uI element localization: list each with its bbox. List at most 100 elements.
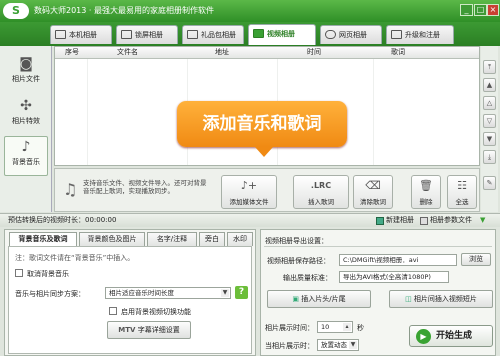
insert-clip-label: 插入片头/片尾 — [301, 295, 346, 303]
estimated-duration: 预估转换后的视频时长：00:00:00 — [8, 216, 117, 224]
clear-lyrics-label: 清除歌词 — [360, 198, 386, 206]
move-down-small-button[interactable]: ▽ — [483, 114, 496, 128]
effect-select-value: 放置动态 — [321, 341, 347, 349]
start-generate-button[interactable]: ▶ 开始生成 — [409, 325, 493, 347]
column-divider — [87, 59, 88, 165]
delete-button[interactable]: 🗑 删除 — [411, 175, 441, 209]
insert-lyrics-button[interactable]: .LRC 插入歌词 — [293, 175, 349, 209]
insert-video-label: 相片间插入视频短片 — [413, 295, 477, 303]
tab-gift-album[interactable]: 礼品包相册 — [182, 25, 244, 44]
sidebar-item-photo-effects[interactable]: ✣ 相片特效 — [4, 96, 48, 136]
save-path-input[interactable]: C:\DMGift\视频相册．avi — [339, 254, 457, 266]
eraser-icon: ⌫ — [365, 179, 381, 192]
new-album-link[interactable]: 新建相册 — [386, 214, 414, 227]
move-up-small-button[interactable]: △ — [483, 96, 496, 110]
column-header-time[interactable]: 时间 — [307, 47, 321, 58]
main-tab-bar: 本机相册 锁屏相册 礼品包相册 视频相册 网页相册 升级和注册 — [0, 22, 500, 46]
select-all-icon: ☷ — [457, 179, 467, 192]
tab-content: 注：歌词文件请在“背景音乐”中插入。 取消背景音乐 音乐与相片同步方案： 相片适… — [8, 246, 252, 354]
duration-label: 相片展示时间： — [265, 324, 314, 332]
move-up-button[interactable]: ▲ — [483, 78, 496, 92]
sidebar-item-label: 相片特效 — [12, 117, 40, 125]
music-tip-text: 支持音乐文件、视频文件导入。还可对背景音乐配上歌词，实现播放同步。 — [83, 179, 207, 195]
tab-bgm-lyrics[interactable]: 背景音乐及歌词 — [9, 232, 77, 247]
tab-upgrade-register[interactable]: 升级和注册 — [386, 25, 454, 44]
column-header-address[interactable]: 地址 — [215, 47, 229, 58]
select-all-button[interactable]: ☷ 全选 — [447, 175, 477, 209]
sidebar-item-photo-files[interactable]: ◙ 相片文件 — [4, 54, 48, 94]
browse-button[interactable]: 浏览 — [461, 253, 491, 266]
params-file-icon — [420, 217, 428, 225]
tab-lockscreen-album[interactable]: 锁屏相册 — [116, 25, 178, 44]
chevron-down-icon[interactable]: ▼ — [480, 214, 485, 227]
column-header-lyrics[interactable]: 歌词 — [391, 47, 405, 58]
effect-label: 当相片展示时： — [265, 342, 314, 350]
tab-name-caption[interactable]: 名字/注释 — [147, 232, 197, 246]
tab-narration[interactable]: 旁白 — [199, 232, 225, 246]
globe-icon — [325, 30, 336, 39]
tab-local-album[interactable]: 本机相册 — [50, 25, 112, 44]
divider — [264, 246, 492, 247]
add-media-button[interactable]: ♪+ 添加媒体文件 — [221, 175, 277, 209]
lrc-icon: .LRC — [310, 181, 332, 190]
subtitle-settings-label: 字幕详细设置 — [137, 326, 180, 334]
move-top-button[interactable]: ⤒ — [483, 60, 496, 74]
gift-icon — [187, 30, 198, 39]
quality-select[interactable]: 导出为AVI格式(全高清1080P) — [339, 271, 449, 283]
help-icon[interactable]: ? — [235, 286, 248, 299]
upgrade-icon — [391, 30, 402, 39]
play-icon: ▶ — [416, 329, 431, 344]
cancel-bgm-checkbox[interactable] — [15, 269, 23, 277]
export-settings-panel: 视频相册导出设置： 视频相册保存路径： C:\DMGift\视频相册．avi 浏… — [260, 229, 496, 356]
music-note-icon: ♫ — [63, 180, 78, 199]
sync-select[interactable]: 相片适应音乐时间长度 ▼ — [105, 287, 231, 299]
app-logo: S — [3, 3, 29, 19]
enable-switch-checkbox[interactable] — [109, 307, 117, 315]
album-params-link[interactable]: 相册参数文件 — [430, 214, 472, 227]
insert-clip-button[interactable]: ▣ 插入片头/片尾 — [267, 290, 371, 308]
trash-icon: 🗑 — [419, 179, 433, 192]
minimize-button[interactable]: _ — [460, 4, 473, 16]
app-title: 数码大师2013 · 最强大最易用的家庭相册制作软件 — [34, 6, 214, 15]
tab-label: 本机相册 — [69, 31, 97, 39]
camera-icon: ◙ — [19, 56, 33, 72]
music-table[interactable]: 序号 文件名 地址 时间 歌词 添加音乐和歌词 — [54, 46, 480, 166]
table-header: 序号 文件名 地址 时间 歌词 — [55, 47, 479, 59]
tab-video-album[interactable]: 视频相册 — [248, 24, 316, 45]
move-down-button[interactable]: ▼ — [483, 132, 496, 146]
sync-label: 音乐与相片同步方案： — [15, 290, 85, 298]
sync-select-value: 相片适应音乐时间长度 — [109, 289, 174, 297]
duration-value: 10 — [321, 323, 330, 331]
clear-lyrics-button[interactable]: ⌫ 清除歌词 — [353, 175, 393, 209]
sidebar-item-label: 相片文件 — [12, 75, 40, 83]
move-bottom-button[interactable]: ⤓ — [483, 150, 496, 164]
quality-select-value: 导出为AVI格式(全高清1080P) — [343, 273, 431, 281]
column-divider — [373, 59, 374, 165]
chevron-down-icon: ▼ — [349, 341, 357, 349]
insert-video-button[interactable]: ◫ 相片间插入视频短片 — [389, 290, 493, 308]
maximize-button[interactable]: □ — [474, 4, 487, 16]
sidebar-item-background-music[interactable]: ♪ 背景音乐 — [4, 136, 48, 176]
subtitle-settings-button[interactable]: MTV 字幕详细设置 — [107, 321, 191, 339]
photo-icon — [55, 30, 66, 39]
select-all-label: 全选 — [455, 198, 469, 206]
tab-watermark[interactable]: 水印 — [227, 232, 253, 246]
export-settings-header: 视频相册导出设置： — [265, 237, 328, 245]
edit-button[interactable]: ✎ — [483, 176, 496, 190]
enable-switch-label: 启用背景视频切换功能 — [121, 308, 191, 316]
effect-select[interactable]: 放置动态 ▼ — [317, 339, 359, 351]
add-music-icon: ♪+ — [240, 179, 258, 192]
column-header-filename[interactable]: 文件名 — [117, 47, 138, 58]
tab-bg-color-image[interactable]: 背景颜色及图片 — [79, 232, 145, 246]
duration-bar: 预估转换后的视频时长：00:00:00 新建相册 相册参数文件 ▼ — [0, 213, 500, 227]
lyrics-note: 注：歌词文件请在“背景音乐”中插入。 — [15, 254, 135, 262]
new-album-icon — [376, 217, 384, 225]
column-header-index[interactable]: 序号 — [65, 47, 79, 58]
tab-web-album[interactable]: 网页相册 — [320, 25, 382, 44]
close-button[interactable]: × — [487, 4, 499, 16]
chevron-down-icon: ▼ — [221, 289, 229, 297]
film-icon: ▣ — [292, 295, 300, 303]
film-icon — [253, 29, 264, 38]
duration-input[interactable]: 10 ▴ — [317, 321, 353, 333]
settings-panel-left: 背景音乐及歌词 背景颜色及图片 名字/注释 旁白 水印 注：歌词文件请在“背景音… — [4, 229, 256, 356]
